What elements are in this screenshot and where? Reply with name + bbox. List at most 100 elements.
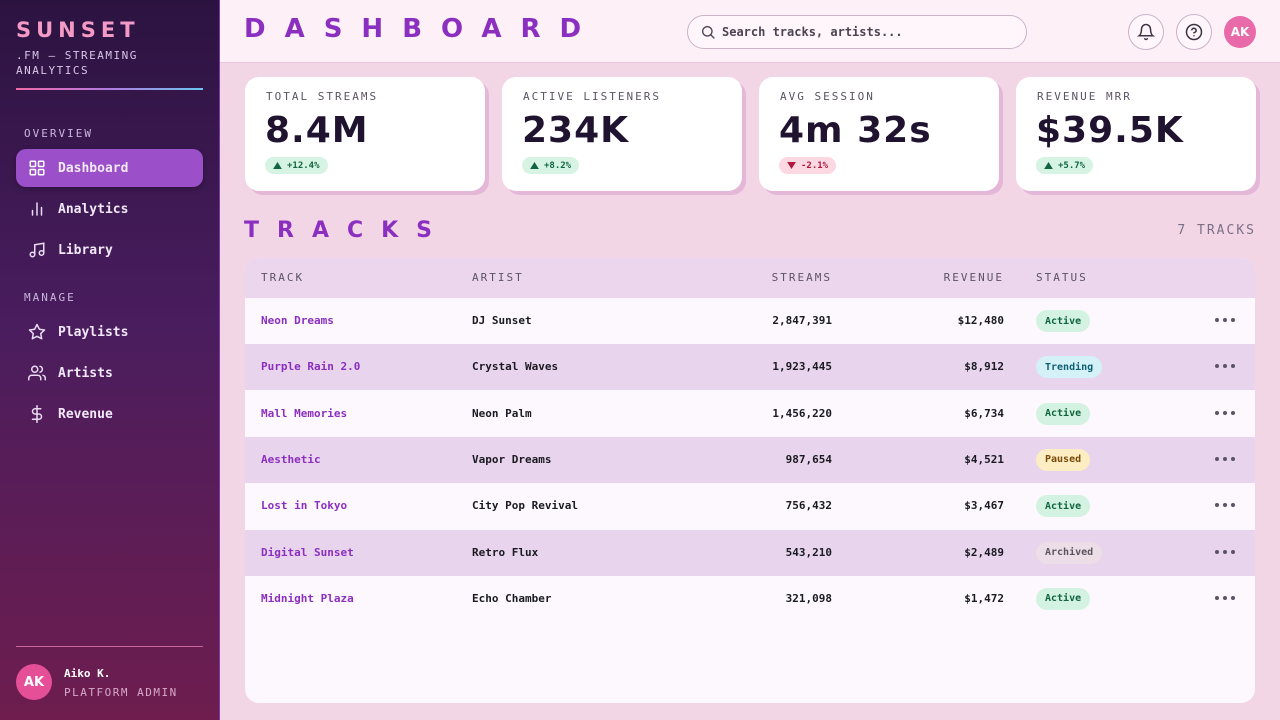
help-icon [1185, 23, 1203, 41]
dot [1215, 456, 1219, 461]
dot [1223, 549, 1227, 554]
kpi-label: TOTAL STREAMS [266, 90, 379, 103]
dot [1231, 318, 1235, 322]
more-options-icon[interactable] [1215, 595, 1237, 601]
dot [1215, 503, 1219, 508]
header-avatar[interactable]: AK [1224, 16, 1256, 48]
sidebar: SUNSET .FM — STREAMING ANALYTICS OVERVIE… [0, 0, 220, 720]
table-row[interactable]: Mall Memories Neon Palm 1,456,220 $6,734 Act… [245, 390, 1255, 437]
dollar-icon [31, 405, 43, 423]
more-options-icon[interactable] [1215, 317, 1237, 323]
sidebar-item-label: Revenue [58, 406, 113, 422]
artist-name: Crystal Waves [472, 360, 559, 374]
brand-logo-text: SUNSET [16, 18, 140, 42]
kpi-delta-badge: +5.7% [1036, 157, 1094, 174]
sidebar-item-revenue[interactable]: Revenue [16, 395, 203, 433]
brand: SUNSET .FM — STREAMING ANALYTICS [16, 18, 204, 78]
column-header-artist[interactable]: ARTIST [472, 271, 524, 284]
revenue-value: $8,912 [964, 360, 1004, 374]
streams-value: 543,210 [785, 545, 832, 559]
arrow-down-icon [787, 162, 796, 169]
sidebar-item-label: Playlists [58, 324, 129, 340]
dot [1231, 595, 1235, 600]
dot [1215, 364, 1219, 369]
track-name[interactable]: Neon Dreams [261, 314, 334, 327]
track-name[interactable]: Mall Memories [261, 407, 347, 420]
sidebar-item-label: Dashboard [58, 160, 129, 176]
more-options-icon[interactable] [1215, 410, 1237, 416]
artist-name: Neon Palm [472, 406, 532, 420]
revenue-value: $12,480 [957, 314, 1004, 327]
artist-name: City Pop Revival [472, 499, 578, 513]
more-options-icon[interactable] [1215, 502, 1237, 508]
table-row[interactable]: Neon Dreams DJ Sunset 2,847,391 $12,480 Acti… [245, 298, 1255, 344]
help-button[interactable] [1176, 14, 1212, 50]
streams-value: 2,847,391 [772, 314, 832, 327]
sidebar-item-artists[interactable]: Artists [16, 354, 203, 392]
kpi-delta-text: +5.7% [1058, 160, 1086, 171]
dot [1231, 456, 1235, 461]
sidebar-item-library[interactable]: Library [16, 231, 203, 269]
music-note-icon [29, 242, 45, 258]
sidebar-item-analytics[interactable]: Analytics [16, 190, 203, 228]
kpi-delta-text: +8.2% [544, 160, 572, 171]
track-name[interactable]: Purple Rain 2.0 [261, 360, 360, 373]
table-row[interactable]: Purple Rain 2.0 Crystal Waves 1,923,445 $8,… [245, 344, 1255, 391]
more-options-icon[interactable] [1215, 549, 1237, 555]
column-header-track[interactable]: TRACK [261, 271, 304, 284]
more-options-icon[interactable] [1215, 363, 1237, 369]
column-header-revenue[interactable]: REVENUE [944, 271, 1004, 284]
status-badge: Active [1036, 402, 1091, 425]
kpi-label: REVENUE MRR [1037, 90, 1132, 103]
revenue-value: $4,521 [964, 452, 1004, 466]
status-badge: Paused [1036, 448, 1091, 471]
table-header: TRACK ARTIST STREAMS REVENUE STATUS [245, 258, 1255, 298]
kpi-label: AVG SESSION [780, 90, 875, 103]
kpi-value: $39.5K [1036, 110, 1184, 151]
table-row[interactable]: Aesthetic Vapor Dreams 987,654 $4,521 Paused [245, 436, 1255, 483]
kpi-value: 8.4M [265, 110, 369, 151]
grid-icon [29, 160, 45, 176]
column-header-status[interactable]: STATUS [1036, 271, 1088, 284]
kpi-value: 4m 32s [779, 110, 932, 151]
search-icon [702, 26, 715, 39]
track-name[interactable]: Digital Sunset [261, 546, 354, 559]
revenue-value: $6,734 [964, 406, 1004, 420]
kpi-card-total-streams: TOTAL STREAMS 8.4M +12.4% [245, 77, 485, 191]
track-name[interactable]: Lost in Tokyo [261, 499, 347, 512]
table-row[interactable]: Digital Sunset Retro Flux 543,210 $2,489 Arc… [245, 529, 1255, 576]
notifications-button[interactable] [1128, 14, 1164, 50]
bar-chart-icon [31, 202, 43, 216]
nav-section-overview: OVERVIEW [24, 127, 93, 140]
dot [1223, 456, 1227, 461]
user-role: PLATFORM ADMIN [64, 686, 178, 699]
track-name[interactable]: Aesthetic [261, 453, 321, 466]
search-box[interactable] [687, 15, 1027, 49]
kpi-delta-badge: -2.1% [779, 157, 837, 174]
more-options-icon[interactable] [1215, 456, 1237, 462]
dot [1215, 549, 1219, 554]
sidebar-item-playlists[interactable]: Playlists [16, 313, 203, 351]
user-name: Aiko K. [64, 667, 111, 680]
table-row[interactable]: Midnight Plaza Echo Chamber 321,098 $1,472 A… [245, 575, 1255, 622]
page-title: DASHBOARD [244, 14, 601, 44]
search-input[interactable] [722, 25, 1002, 39]
sidebar-item-dashboard[interactable]: Dashboard [16, 149, 203, 187]
tracks-table: TRACK ARTIST STREAMS REVENUE STATUS Neon… [245, 258, 1255, 703]
column-header-streams[interactable]: STREAMS [772, 271, 832, 284]
status-badge: Active [1036, 310, 1091, 332]
dot [1223, 318, 1227, 322]
dot [1231, 549, 1235, 554]
table-row[interactable]: Lost in Tokyo City Pop Revival 756,432 $3,4… [245, 483, 1255, 530]
top-header: DASHBOARD AK [220, 0, 1280, 63]
track-name[interactable]: Midnight Plaza [261, 592, 354, 605]
dot [1215, 318, 1219, 322]
bell-icon [1137, 23, 1155, 41]
arrow-up-icon [273, 162, 282, 169]
users-icon [28, 365, 46, 381]
avatar[interactable]: AK [16, 664, 52, 700]
streams-value: 321,098 [785, 591, 832, 605]
brand-subtitle: .FM — STREAMING ANALYTICS [16, 49, 138, 77]
revenue-value: $3,467 [964, 499, 1004, 513]
star-icon [28, 323, 46, 340]
